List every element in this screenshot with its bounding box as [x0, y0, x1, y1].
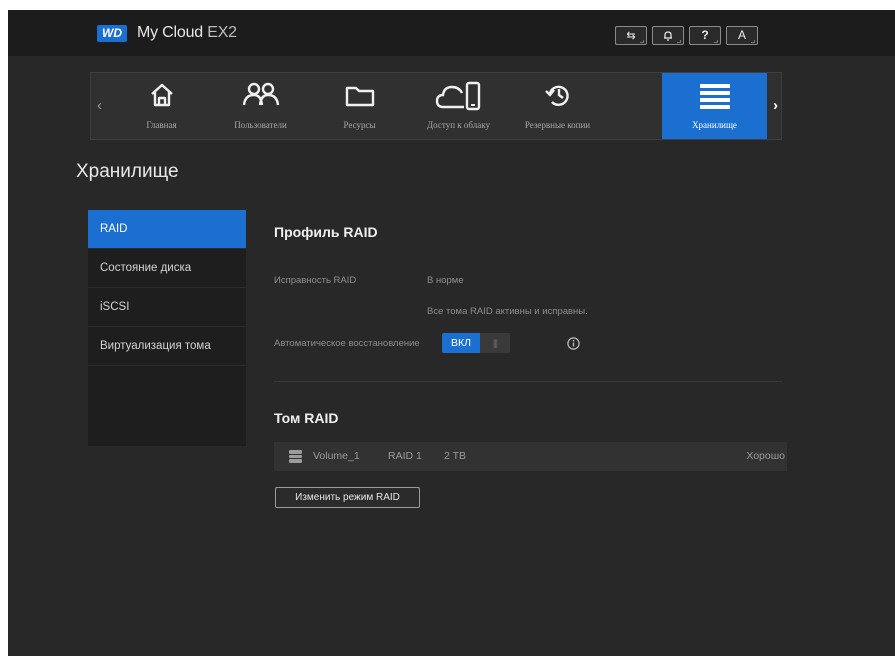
auto-rebuild-toggle[interactable]: ВКЛ |||	[442, 333, 510, 353]
nav-label-home: Главная	[146, 120, 177, 130]
usb-button[interactable]: ⇆	[615, 26, 647, 45]
raid-health-value: В норме	[427, 275, 464, 286]
raid-health-label: Исправность RAID	[274, 275, 357, 286]
home-icon	[150, 83, 173, 107]
section-divider	[274, 381, 782, 382]
top-bar: WD My Cloud EX2 ⇆ ? A	[8, 10, 895, 56]
toggle-grip: |||	[492, 338, 498, 348]
volume-raid-level: RAID 1	[388, 450, 422, 462]
wd-logo: WD	[97, 25, 127, 42]
folder-icon	[345, 86, 374, 107]
bell-icon	[664, 31, 672, 41]
product-name: My Cloud EX2	[137, 24, 237, 42]
nav-item-home[interactable]: Главная	[112, 73, 211, 139]
notifications-button[interactable]	[652, 26, 684, 45]
side-item-raid[interactable]: RAID	[88, 210, 246, 249]
storage-icon	[699, 84, 730, 109]
nav-item-users[interactable]: Пользователи	[211, 73, 310, 139]
auto-rebuild-label: Автоматическое восстановление	[274, 338, 420, 349]
raid-health-detail: Все тома RAID активны и исправны.	[427, 306, 588, 317]
volume-disk-icon	[289, 450, 302, 463]
nav-label-backups: Резервные копии	[524, 120, 591, 130]
volume-status: Хорошо	[746, 450, 785, 462]
user-icon: A	[737, 28, 746, 42]
info-icon[interactable]	[567, 337, 580, 350]
volume-size: 2 TB	[444, 450, 466, 462]
change-raid-mode-button[interactable]: Изменить режим RAID	[275, 487, 420, 508]
nav-label-users: Пользователи	[234, 120, 287, 130]
toggle-on-label: ВКЛ	[442, 333, 480, 353]
nav-next-arrow[interactable]: ›	[767, 73, 784, 139]
users-icon	[242, 82, 279, 106]
app-name: My Cloud	[137, 24, 203, 41]
raid-profile-title: Профиль RAID	[274, 224, 378, 240]
side-item-volume-virtualization[interactable]: Виртуализация тома	[88, 327, 246, 366]
help-button[interactable]: ?	[689, 26, 721, 45]
backup-icon	[544, 85, 569, 107]
page-title: Хранилище	[76, 161, 179, 182]
volume-row[interactable]: Volume_1 RAID 1 2 TB Хорошо	[274, 442, 787, 471]
help-icon: ?	[701, 28, 709, 42]
nav-item-backups[interactable]: Резервные копии	[508, 73, 607, 139]
nav-label-cloud-access: Доступ к облаку	[427, 120, 490, 130]
model-name: EX2	[207, 24, 237, 41]
raid-volume-title: Том RAID	[274, 410, 339, 426]
nav-label-shares: Ресурсы	[343, 120, 376, 130]
user-button[interactable]: A	[726, 26, 758, 45]
nav-item-storage[interactable]: Хранилище	[662, 73, 767, 139]
side-item-iscsi[interactable]: iSCSI	[88, 288, 246, 327]
nav-prev-arrow[interactable]: ‹	[91, 73, 108, 139]
nav-label-storage: Хранилище	[692, 120, 737, 130]
volume-name: Volume_1	[313, 450, 360, 462]
usb-icon: ⇆	[626, 30, 636, 42]
nav-item-cloud-access[interactable]: Доступ к облаку	[409, 73, 508, 139]
side-item-disk-status[interactable]: Состояние диска	[88, 249, 246, 288]
nav-item-shares[interactable]: Ресурсы	[310, 73, 409, 139]
side-menu: RAID Состояние диска iSCSI Виртуализация…	[88, 210, 246, 446]
main-nav: ‹ Главная Пользователи Ресурсы Доступ к …	[90, 72, 782, 140]
cloud-device-icon	[435, 81, 480, 111]
app-window: WD My Cloud EX2 ⇆ ? A ‹ Главная Пользова…	[8, 10, 895, 656]
